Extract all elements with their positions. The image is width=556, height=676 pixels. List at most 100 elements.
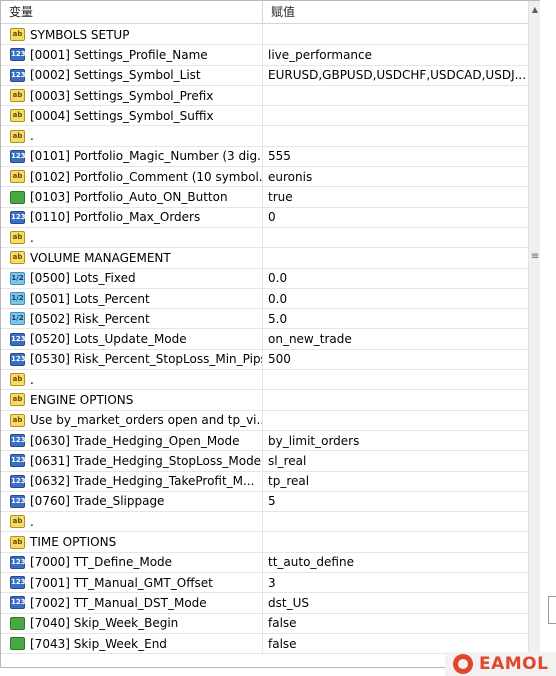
param-value[interactable]: tp_real bbox=[263, 472, 528, 491]
param-name-cell: 123 [0760] Trade_Slippage bbox=[1, 491, 263, 512]
param-row[interactable]: 123 [7000] TT_Define_Mode tt_auto_define bbox=[1, 552, 528, 574]
param-row[interactable]: 1/2 [0501] Lots_Percent 0.0 bbox=[1, 288, 528, 310]
scroll-grip-icon[interactable]: ≡ bbox=[530, 251, 540, 263]
param-name-cell: ab ENGINE OPTIONS bbox=[1, 390, 263, 410]
param-value[interactable] bbox=[263, 106, 528, 125]
param-value[interactable]: 5 bbox=[263, 492, 528, 511]
param-value[interactable]: on_new_trade bbox=[263, 329, 528, 348]
param-row[interactable]: ab SYMBOLS SETUP bbox=[1, 25, 528, 46]
string-type-icon: ab bbox=[10, 109, 25, 123]
param-row[interactable]: 123 [0101] Portfolio_Magic_Number (3 dig.… bbox=[1, 146, 528, 168]
param-row[interactable]: ab. bbox=[1, 370, 528, 391]
param-row[interactable]: ab Use by_market_orders open and tp_vi... bbox=[1, 410, 528, 431]
param-value[interactable] bbox=[263, 390, 528, 409]
eamol-logo-text: EAMOL bbox=[479, 654, 549, 674]
param-value[interactable]: 0.0 bbox=[263, 289, 528, 308]
param-name-cell: ab. bbox=[1, 512, 263, 532]
param-name: [0502] Risk_Percent bbox=[30, 311, 150, 326]
string-type-icon: ab bbox=[10, 373, 25, 387]
param-value[interactable]: false bbox=[263, 634, 528, 653]
param-row[interactable]: 123 [0530] Risk_Percent_StopLoss_Min_Pips… bbox=[1, 349, 528, 371]
param-row[interactable]: 123 [7002] TT_Manual_DST_Mode dst_US bbox=[1, 593, 528, 614]
param-name-cell: 123 [0101] Portfolio_Magic_Number (3 dig.… bbox=[1, 146, 263, 167]
param-name: [7040] Skip_Week_Begin bbox=[30, 616, 179, 631]
param-value[interactable]: 0 bbox=[263, 208, 528, 227]
param-row[interactable]: [7040] Skip_Week_Begin false bbox=[1, 613, 528, 634]
string-type-icon: ab bbox=[10, 170, 25, 184]
param-value[interactable]: 5.0 bbox=[263, 309, 528, 328]
param-value[interactable]: tt_auto_define bbox=[263, 553, 528, 572]
param-name-cell: ab TIME OPTIONS bbox=[1, 532, 263, 552]
param-row[interactable]: 123 [0002] Settings_Symbol_List EURUSD,GBP… bbox=[1, 65, 528, 86]
string-type-icon: ab bbox=[10, 393, 25, 407]
param-value[interactable]: EURUSD,GBPUSD,USDCHF,USDCAD,USDJ... bbox=[263, 66, 528, 85]
param-name-cell: [7043] Skip_Week_End bbox=[1, 633, 263, 654]
param-value[interactable]: 0.0 bbox=[263, 269, 528, 288]
param-value[interactable] bbox=[263, 25, 528, 44]
param-row[interactable]: ab. bbox=[1, 512, 528, 533]
param-row[interactable]: 123 [0760] Trade_Slippage 5 bbox=[1, 491, 528, 513]
param-value[interactable] bbox=[263, 248, 528, 267]
param-row[interactable]: 123 [0001] Settings_Profile_Name live_perf… bbox=[1, 45, 528, 66]
param-name-cell: 123 [0520] Lots_Update_Mode bbox=[1, 329, 263, 349]
header-variable[interactable]: 变量 bbox=[1, 1, 263, 23]
param-row[interactable]: ab. bbox=[1, 227, 528, 249]
param-value[interactable] bbox=[263, 512, 528, 531]
param-row[interactable]: 123 [7001] TT_Manual_GMT_Offset 3 bbox=[1, 573, 528, 594]
double-type-icon: 1/2 bbox=[10, 271, 25, 285]
param-name-cell: ab VOLUME MANAGEMENT bbox=[1, 248, 263, 268]
param-row[interactable]: ab. bbox=[1, 126, 528, 147]
scroll-up-arrow-icon[interactable]: ▲ bbox=[529, 1, 540, 18]
param-name: [0102] Portfolio_Comment (10 symbol... bbox=[30, 169, 262, 184]
param-name: Use by_market_orders open and tp_vi... bbox=[30, 413, 262, 428]
param-value[interactable]: 3 bbox=[263, 573, 528, 592]
integer-type-icon: 123 bbox=[10, 332, 26, 346]
param-value[interactable] bbox=[263, 86, 528, 105]
eamol-logo: EAMOL bbox=[445, 652, 556, 676]
param-value[interactable]: dst_US bbox=[263, 593, 528, 612]
param-row[interactable]: ab [0004] Settings_Symbol_Suffix bbox=[1, 106, 528, 127]
param-row[interactable]: ab TIME OPTIONS bbox=[1, 532, 528, 553]
param-value[interactable] bbox=[263, 126, 528, 145]
param-name-cell: ab. bbox=[1, 126, 263, 146]
param-name: [0110] Portfolio_Max_Orders bbox=[30, 210, 201, 225]
param-name-cell: [7040] Skip_Week_Begin bbox=[1, 613, 263, 633]
double-type-icon: 1/2 bbox=[10, 292, 25, 305]
param-row[interactable]: 123 [0631] Trade_Hedging_StopLoss_Mode sl_… bbox=[1, 451, 528, 472]
param-value[interactable]: by_limit_orders bbox=[263, 431, 528, 450]
vertical-scrollbar[interactable]: ▲ ≡ bbox=[528, 1, 540, 667]
param-value[interactable]: sl_real bbox=[263, 451, 528, 470]
param-name-cell: 123 [0110] Portfolio_Max_Orders bbox=[1, 207, 263, 227]
param-row[interactable]: ab [0003] Settings_Symbol_Prefix bbox=[1, 85, 528, 107]
param-value[interactable]: 555 bbox=[263, 147, 528, 166]
param-value[interactable] bbox=[263, 532, 528, 551]
string-type-icon: ab bbox=[10, 231, 25, 245]
param-row[interactable]: ab ENGINE OPTIONS bbox=[1, 390, 528, 411]
param-value[interactable]: euronis bbox=[263, 167, 528, 186]
param-row[interactable]: ab VOLUME MANAGEMENT bbox=[1, 248, 528, 269]
param-row[interactable]: 123 [0630] Trade_Hedging_Open_Mode by_limi… bbox=[1, 430, 528, 452]
param-row[interactable]: 123 [0110] Portfolio_Max_Orders 0 bbox=[1, 207, 528, 228]
integer-type-icon: 123 bbox=[10, 210, 26, 224]
param-row[interactable]: 123 [0632] Trade_Hedging_TakeProfit_M... t… bbox=[1, 471, 528, 492]
param-row[interactable]: ab [0102] Portfolio_Comment (10 symbol...… bbox=[1, 167, 528, 188]
param-row[interactable]: 1/2 [0502] Risk_Percent 5.0 bbox=[1, 309, 528, 330]
param-value[interactable] bbox=[263, 370, 528, 389]
integer-type-icon: 123 bbox=[10, 474, 26, 488]
param-name: [0530] Risk_Percent_StopLoss_Min_Pips bbox=[30, 352, 262, 367]
param-value[interactable] bbox=[263, 411, 528, 430]
bool-type-icon bbox=[10, 637, 25, 651]
param-name-cell: 123 [0002] Settings_Symbol_List bbox=[1, 65, 263, 85]
param-value[interactable]: false bbox=[263, 614, 528, 633]
param-value[interactable]: true bbox=[263, 187, 528, 206]
param-name-cell: 123 [0530] Risk_Percent_StopLoss_Min_Pips bbox=[1, 349, 263, 370]
param-row[interactable]: 1/2 [0500] Lots_Fixed 0.0 bbox=[1, 268, 528, 289]
param-value[interactable] bbox=[263, 228, 528, 247]
param-value[interactable]: 500 bbox=[263, 350, 528, 369]
param-value[interactable]: live_performance bbox=[263, 45, 528, 64]
param-row[interactable]: 123 [0520] Lots_Update_Mode on_new_trade bbox=[1, 329, 528, 350]
param-row[interactable]: [0103] Portfolio_Auto_ON_Button true bbox=[1, 187, 528, 208]
integer-type-icon: 123 bbox=[10, 494, 26, 508]
param-name-cell: 123 [0632] Trade_Hedging_TakeProfit_M... bbox=[1, 471, 263, 491]
header-value[interactable]: 赋值 bbox=[263, 1, 528, 23]
